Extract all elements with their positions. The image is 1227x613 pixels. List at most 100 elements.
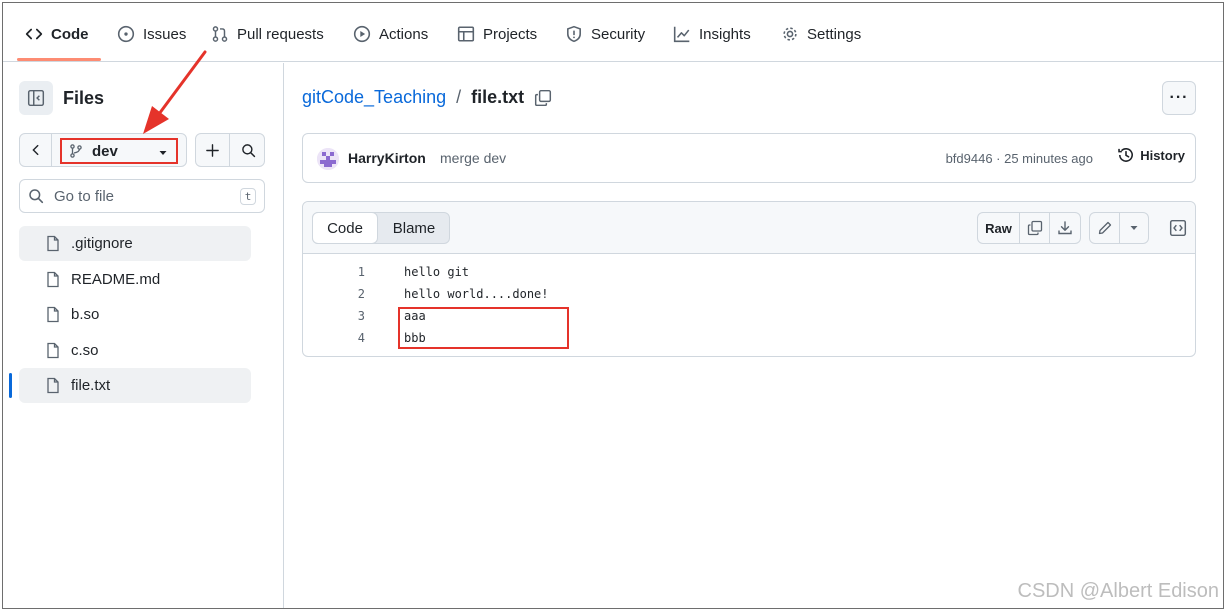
commit-sha-time[interactable]: bfd9446 · 25 minutes ago [946,151,1093,166]
tab-label: Actions [379,25,429,43]
file-icon [47,235,59,252]
file-item[interactable]: .gitignore [19,226,251,261]
download-icon [1058,221,1072,235]
breadcrumb-separator: / [456,87,462,107]
branch-name: dev [92,142,118,160]
view-mode-toggle: Code Blame [312,212,450,244]
tab-code[interactable]: Code [19,17,95,51]
annotation-arrow [143,50,207,134]
code-line: 2 hello world....done! [303,283,1195,305]
line-number[interactable]: 1 [343,265,365,279]
file-tree-sidebar: Files dev Go to file t .gitignore README… [3,63,284,608]
file-list: .gitignore README.md b.so c.so file.txt [9,226,251,404]
chevron-left-icon [31,144,38,156]
tab-pull-requests[interactable]: Pull requests [205,17,330,51]
history-label: History [1140,147,1185,163]
identicon-icon [317,148,339,170]
files-heading: Files [63,88,105,108]
caret-down-icon [1130,226,1138,230]
copy-path-icon[interactable] [534,89,552,107]
latest-commit-bar: HarryKirton merge dev bfd9446 · 25 minut… [302,133,1196,183]
caret-down-icon [159,151,167,155]
code-line: 1 hello git [303,261,1195,283]
go-to-file-input[interactable]: Go to file t [19,179,265,213]
commit-message[interactable]: merge dev [440,150,506,166]
commit-author[interactable]: HarryKirton [348,150,426,166]
code-square-icon [1169,219,1187,237]
tab-settings[interactable]: Settings [775,17,867,51]
file-name: c.so [71,341,99,359]
shortcut-key: t [240,188,256,205]
go-to-file-placeholder: Go to file [54,187,115,205]
file-item[interactable]: c.so [19,333,251,368]
tab-security[interactable]: Security [559,17,651,51]
sidebar-collapse-icon [27,89,45,107]
tab-label: Security [591,25,646,43]
edit-file-button[interactable] [1090,213,1120,243]
file-item-selected[interactable]: file.txt [9,368,251,403]
line-number[interactable]: 4 [343,331,365,345]
browser-frame: Code Issues Pull requests Actions Projec… [2,2,1224,609]
file-name: README.md [71,270,161,288]
watermark: CSDN @Albert Edison [1017,580,1219,602]
edit-options-dropdown[interactable] [1120,213,1148,243]
blame-view-button[interactable]: Blame [379,213,449,243]
symbols-panel-button[interactable] [1162,212,1194,244]
tab-label: Issues [143,25,187,43]
back-button[interactable] [20,134,52,166]
collapse-sidebar-button[interactable] [19,81,53,115]
pull-request-icon [212,26,228,42]
history-button[interactable]: History [1117,146,1185,164]
active-tab-indicator [17,58,101,61]
gear-icon [783,27,797,41]
file-name: b.so [71,306,100,323]
copy-icon [1027,220,1042,236]
search-icon [29,189,44,204]
play-icon [353,25,371,43]
tab-label: Pull requests [237,25,324,43]
search-code-button[interactable] [231,134,265,166]
more-options-button[interactable]: ··· [1162,81,1196,115]
line-content: hello git [404,265,470,279]
download-button[interactable] [1050,213,1080,243]
line-number[interactable]: 3 [343,309,365,323]
tab-label: Projects [483,25,538,43]
code-icon [25,28,43,40]
tab-insights[interactable]: Insights [667,17,757,51]
line-number[interactable]: 2 [343,287,365,301]
annotation-highlight-box [398,307,569,349]
file-name: file.txt [71,377,111,394]
edit-actions-group [1089,212,1149,244]
avatar[interactable] [317,148,339,170]
raw-button[interactable]: Raw [978,213,1020,243]
table-icon [457,26,475,42]
line-content: hello world....done! [404,287,549,301]
code-toolbar: Code Blame Raw [303,202,1195,254]
graph-icon [673,26,690,43]
tab-label: Settings [807,25,862,43]
tab-actions[interactable]: Actions [347,17,434,51]
shield-icon [567,25,581,43]
tab-label: Insights [699,25,751,43]
file-icon [47,271,59,287]
issue-icon [117,25,135,43]
plus-icon [206,143,219,157]
breadcrumb-file-name: file.txt [471,87,525,107]
raw-actions-group: Raw [977,212,1081,244]
tab-issues[interactable]: Issues [111,17,192,51]
pencil-icon [1098,221,1111,235]
file-icon [47,377,59,394]
tab-projects[interactable]: Projects [451,17,543,51]
file-icon [47,306,59,323]
copy-raw-button[interactable] [1020,213,1050,243]
file-icon [47,342,59,358]
file-name: .gitignore [71,235,133,252]
kebab-icon: ··· [1169,89,1189,106]
history-icon [1118,148,1134,162]
breadcrumb: gitCode_Teaching / file.txt [302,87,552,108]
file-item[interactable]: README.md [19,262,251,297]
code-view-button[interactable]: Code [312,212,378,244]
branch-icon [70,144,82,158]
breadcrumb-repo-link[interactable]: gitCode_Teaching [302,87,446,108]
file-item[interactable]: b.so [19,297,251,332]
